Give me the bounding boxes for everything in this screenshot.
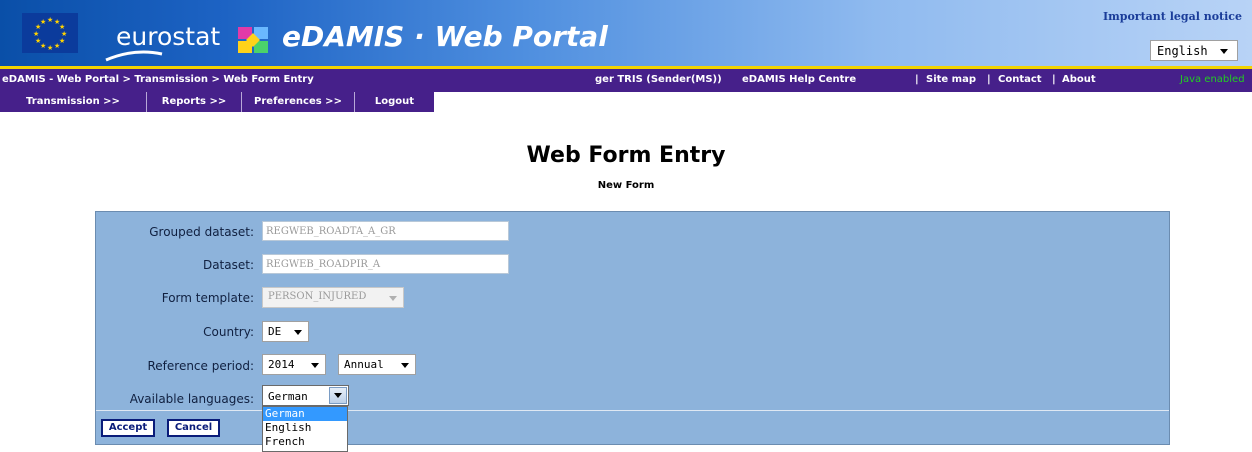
country-label: Country:: [203, 325, 254, 339]
help-centre-link[interactable]: eDAMIS Help Centre: [742, 74, 856, 85]
form-template-value: PERSON_INJURED: [268, 291, 367, 302]
chevron-down-icon: [294, 330, 302, 335]
menu-item-logout[interactable]: Logout: [355, 92, 434, 112]
menu-item-preferences[interactable]: Preferences >>: [242, 92, 355, 112]
language-select-value: English: [1157, 44, 1208, 58]
site-map-link[interactable]: Site map: [926, 74, 976, 85]
reference-frequency-select[interactable]: Annual: [338, 354, 416, 375]
portal-title: eDAMIS · Web Portal: [282, 20, 608, 53]
eu-flag-logo: ★ ★ ★ ★ ★ ★ ★ ★ ★ ★ ★ ★: [22, 13, 78, 53]
reference-period-label: Reference period:: [147, 359, 254, 373]
svg-text:★: ★: [35, 37, 41, 45]
breadcrumb: eDAMIS - Web Portal > Transmission > Web…: [2, 74, 314, 85]
nav-separator: |: [1052, 74, 1056, 85]
svg-text:★: ★: [47, 44, 53, 52]
dataset-label: Dataset:: [202, 258, 254, 272]
chevron-down-icon: [401, 363, 409, 368]
dataset-field[interactable]: REGWEB_ROADPIR_A: [262, 254, 509, 274]
about-link[interactable]: About: [1062, 74, 1096, 85]
chevron-down-icon: [1220, 49, 1228, 54]
eurostat-logo-text: eurostat: [116, 22, 221, 51]
form-template-select[interactable]: PERSON_INJURED: [262, 287, 404, 308]
header-banner: ★ ★ ★ ★ ★ ★ ★ ★ ★ ★ ★ ★ eurostat eDAMIS · Web Po…: [0, 0, 1252, 66]
reference-year-select[interactable]: 2014: [262, 354, 326, 375]
page-title: Web Form Entry: [526, 143, 726, 168]
accept-button[interactable]: Accept: [101, 419, 155, 437]
chevron-down-icon[interactable]: [329, 387, 347, 404]
user-label: ger TRIS (Sender(MS)): [595, 74, 722, 85]
language-option-english[interactable]: English: [263, 421, 347, 435]
language-option-german[interactable]: German: [263, 407, 347, 421]
reference-frequency-value: Annual: [344, 358, 384, 371]
chevron-down-icon: [389, 296, 397, 301]
form-template-label: Form template:: [161, 291, 254, 305]
nav-separator: |: [987, 74, 991, 85]
java-status: Java enabled: [1180, 74, 1245, 85]
available-languages-label: Available languages:: [129, 392, 254, 406]
menu-item-reports[interactable]: Reports >>: [147, 92, 242, 112]
form-panel: Grouped dataset: REGWEB_ROADTA_A_GR Data…: [95, 211, 1170, 445]
country-value: DE: [268, 325, 282, 338]
country-select[interactable]: DE: [262, 321, 309, 342]
available-languages-select[interactable]: German: [262, 385, 349, 406]
available-languages-value: German: [268, 390, 308, 403]
legal-notice-link[interactable]: Important legal notice: [1103, 10, 1242, 23]
svg-text:★: ★: [47, 16, 53, 24]
svg-text:★: ★: [40, 18, 46, 26]
language-option-french[interactable]: French: [263, 435, 347, 449]
edamis-logo-icon: [238, 27, 268, 53]
page-subtitle: New Form: [597, 180, 655, 191]
top-nav-bar: eDAMIS - Web Portal > Transmission > Web…: [0, 69, 1252, 92]
grouped-dataset-field[interactable]: REGWEB_ROADTA_A_GR: [262, 221, 509, 241]
language-select[interactable]: English: [1150, 40, 1238, 61]
available-languages-options: German English French: [262, 406, 348, 452]
reference-year-value: 2014: [268, 358, 295, 371]
eurostat-swoosh-icon: [105, 50, 163, 62]
nav-separator: |: [915, 74, 919, 85]
cancel-button[interactable]: Cancel: [167, 419, 220, 437]
svg-text:★: ★: [33, 30, 39, 38]
contact-link[interactable]: Contact: [998, 74, 1042, 85]
form-divider: [96, 410, 1169, 411]
main-menu: Transmission >> Reports >> Preferences >…: [0, 92, 434, 112]
menu-item-transmission[interactable]: Transmission >>: [0, 92, 147, 112]
grouped-dataset-label: Grouped dataset:: [149, 225, 254, 239]
svg-text:★: ★: [54, 42, 60, 50]
chevron-down-icon: [311, 363, 319, 368]
